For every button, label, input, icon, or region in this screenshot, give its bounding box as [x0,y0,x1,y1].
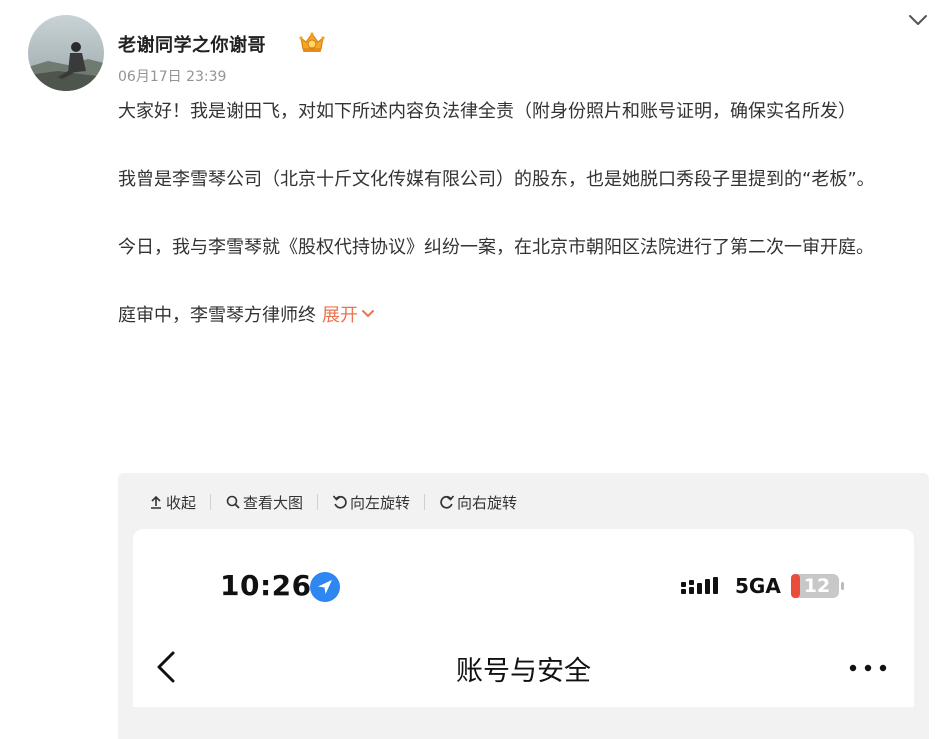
divider [317,494,319,510]
author-name[interactable]: 老谢同学之你谢哥 [118,31,266,57]
post-body: 大家好！我是谢田飞，对如下所述内容负法律全责（附身份照片和账号证明，确保实名所发… [118,96,924,332]
more-icon[interactable] [848,659,888,672]
back-arrow-icon[interactable] [153,647,181,687]
divider [424,494,426,510]
chevron-down-icon [362,310,374,318]
rotate-right-icon [440,495,455,509]
screen-title: 账号与安全 [456,656,591,687]
rotate-left-icon [332,495,347,509]
divider [210,494,212,510]
phone-screenshot: 10:26 5GA 12 账号与安全 [133,529,914,707]
collapse-button[interactable]: 收起 [148,492,196,513]
image-viewer: 收起 查看大图 向左旋转 向右旋转 10:26 5GA 12 账号与安全 [118,473,929,739]
post-paragraph: 我曾是李雪琴公司（北京十斤文化传媒有限公司）的股东，也是她脱口秀段子里提到的“老… [118,169,875,190]
post-paragraph: 大家好！我是谢田飞，对如下所述内容负法律全责（附身份照片和账号证明，确保实名所发… [118,101,856,122]
rotate-right-label: 向右旋转 [457,493,518,512]
rotate-right-button[interactable]: 向右旋转 [439,492,517,513]
location-arrow-icon [309,571,341,603]
rotate-left-button[interactable]: 向左旋转 [332,492,410,513]
collapse-icon [151,495,161,509]
crown-badge-icon[interactable] [298,30,326,54]
expand-label: 展开 [322,305,358,326]
view-large-label: 查看大图 [243,493,304,512]
post-paragraph: 今日，我与李雪琴就《股权代持协议》纠纷一案，在北京市朝阳区法院进行了第二次一审开… [118,237,874,258]
post-paragraph-truncated: 庭审中，李雪琴方律师终 展开 [118,300,924,332]
battery-level: 12 [803,575,831,597]
chevron-down-icon[interactable] [906,10,930,30]
view-large-button[interactable]: 查看大图 [225,492,303,513]
phone-time: 10:26 [220,569,312,602]
avatar[interactable] [28,15,104,91]
search-icon [226,495,240,509]
signal-icon [681,577,719,595]
post-timestamp[interactable]: 06月17日 23:39 [118,66,226,86]
expand-button[interactable]: 展开 [322,305,376,326]
collapse-label: 收起 [166,493,197,512]
post-paragraph: 庭审中，李雪琴方律师终 [118,305,316,326]
image-toolbar: 收起 查看大图 向左旋转 向右旋转 [148,491,517,513]
network-type: 5GA [735,574,781,598]
rotate-left-label: 向左旋转 [350,493,411,512]
